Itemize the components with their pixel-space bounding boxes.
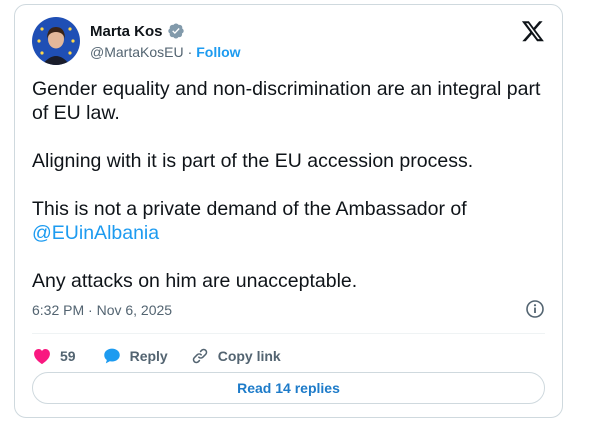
mention-link[interactable]: @EUinAlbania bbox=[32, 222, 159, 244]
heart-icon bbox=[32, 346, 52, 366]
copy-link-button[interactable]: Copy link bbox=[190, 346, 281, 366]
reply-button[interactable]: Reply bbox=[102, 346, 168, 366]
x-logo-icon[interactable] bbox=[521, 19, 545, 43]
tweet-paragraph: Any attacks on him are unacceptable. bbox=[32, 270, 358, 292]
author-name-row: Marta Kos bbox=[90, 20, 185, 42]
author-handle-row: @MartaKosEU · Follow bbox=[90, 44, 241, 60]
copy-link-label: Copy link bbox=[217, 348, 281, 364]
tweet-paragraph: Gender equality and non-discrimination a… bbox=[32, 78, 541, 124]
info-icon[interactable] bbox=[525, 299, 545, 319]
author-handle[interactable]: @MartaKosEU bbox=[90, 44, 184, 60]
tweet-paragraph: This is not a private demand of the Amba… bbox=[32, 197, 542, 245]
tweet-paragraph: Aligning with it is part of the EU acces… bbox=[32, 150, 474, 172]
avatar-image bbox=[32, 17, 80, 65]
tweet-card: Marta Kos @MartaKosEU · Follow Gender eq… bbox=[14, 4, 563, 418]
like-button[interactable]: 59 bbox=[32, 346, 76, 366]
speech-bubble-icon bbox=[102, 346, 122, 366]
follow-button[interactable]: Follow bbox=[196, 44, 240, 60]
reply-label: Reply bbox=[129, 348, 168, 364]
verified-badge-icon bbox=[167, 22, 185, 40]
like-count: 59 bbox=[60, 348, 76, 364]
divider bbox=[32, 333, 545, 334]
tweet-body: Gender equality and non-discrimination a… bbox=[32, 77, 542, 293]
handle-separator: · bbox=[187, 44, 193, 60]
tweet-actions: 59 Reply Copy link bbox=[32, 342, 281, 370]
author-avatar[interactable] bbox=[32, 17, 80, 65]
link-icon bbox=[190, 346, 210, 366]
tweet-paragraph-text: This is not a private demand of the Amba… bbox=[32, 198, 467, 220]
tweet-timestamp[interactable]: 6:32 PM · Nov 6, 2025 bbox=[32, 302, 172, 318]
author-name[interactable]: Marta Kos bbox=[90, 23, 163, 40]
read-replies-button[interactable]: Read 14 replies bbox=[32, 372, 545, 404]
